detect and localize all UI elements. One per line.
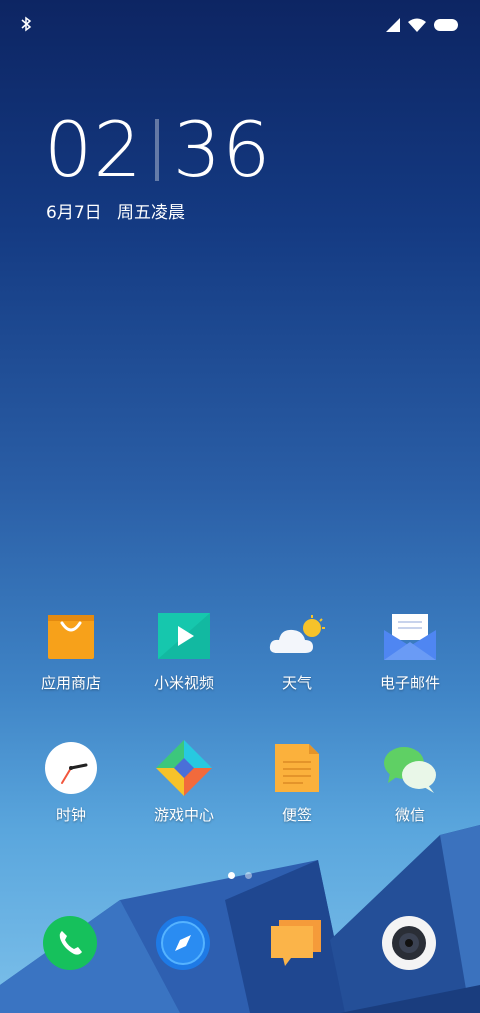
app-weather[interactable]: 天气 <box>242 608 352 693</box>
app-label: 小米视频 <box>153 674 214 692</box>
dock-browser[interactable] <box>156 916 210 970</box>
page-indicator[interactable] <box>0 872 480 879</box>
date-weekday: 周五凌晨 <box>117 203 186 223</box>
app-wechat[interactable]: 微信 <box>355 740 465 825</box>
date-day: 6月7日 <box>46 203 102 223</box>
app-label: 天气 <box>281 674 312 692</box>
status-bar <box>0 0 480 50</box>
shopping-bag-icon <box>43 608 99 664</box>
cell-signal-icon <box>386 18 400 32</box>
phone-icon <box>43 916 97 970</box>
dock-camera[interactable] <box>382 916 436 970</box>
clock-divider <box>154 119 159 181</box>
browser-compass-icon <box>156 916 210 970</box>
battery-icon <box>434 19 458 31</box>
app-mi-video[interactable]: 小米视频 <box>129 608 239 693</box>
page-dot-active[interactable] <box>228 872 235 879</box>
lockscreen-clock[interactable]: 02 36 <box>44 110 271 190</box>
app-app-store[interactable]: 应用商店 <box>16 608 126 693</box>
app-label: 微信 <box>394 806 425 824</box>
app-notes[interactable]: 便签 <box>242 740 352 825</box>
app-label: 时钟 <box>55 806 86 824</box>
app-game-center[interactable]: 游戏中心 <box>129 740 239 825</box>
clock-hours: 02 <box>44 105 143 194</box>
messages-icon <box>271 920 321 966</box>
camera-icon <box>382 916 436 970</box>
app-label: 游戏中心 <box>153 806 214 824</box>
notes-icon <box>269 740 325 796</box>
clock-icon <box>43 740 99 796</box>
wifi-icon <box>408 18 426 32</box>
game-center-icon <box>156 740 212 796</box>
wechat-icon <box>382 740 438 796</box>
bluetooth-icon <box>21 16 32 32</box>
weather-icon <box>269 608 325 664</box>
clock-minutes: 36 <box>172 105 272 194</box>
app-email[interactable]: 电子邮件 <box>355 608 465 693</box>
app-label: 电子邮件 <box>379 674 440 692</box>
app-label: 便签 <box>281 806 312 824</box>
page-dot[interactable] <box>245 872 252 879</box>
mail-icon <box>382 608 438 664</box>
app-label: 应用商店 <box>40 674 101 692</box>
dock-messages[interactable] <box>269 916 323 970</box>
dock-phone[interactable] <box>43 916 97 970</box>
app-clock[interactable]: 时钟 <box>16 740 126 825</box>
play-icon <box>156 608 212 664</box>
date-label[interactable]: 6月7日 周五凌晨 <box>46 198 195 223</box>
